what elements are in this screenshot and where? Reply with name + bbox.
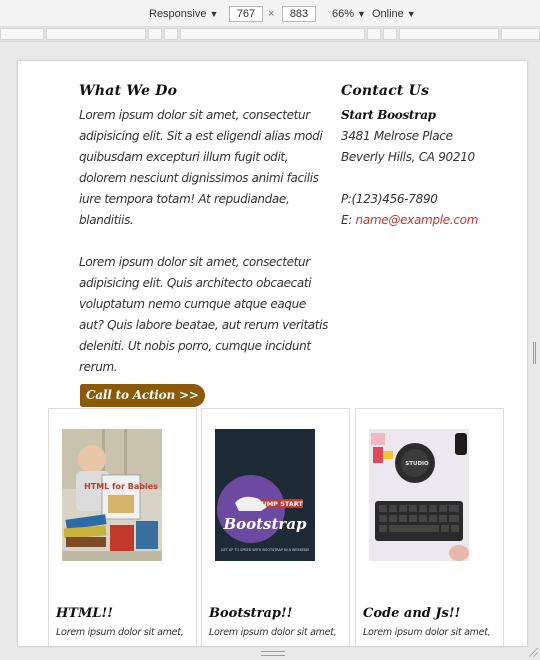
html-book-image: HTML for Babies — [62, 429, 162, 561]
card-text: Lorem ipsum dolor sit amet, — [363, 627, 491, 638]
bootstrap-cover-subtitle: GET UP TO SPEED WITH BOOTSTRAP IN A WEEK… — [221, 548, 310, 552]
phone-number: P:(123)456-7890 — [341, 192, 438, 206]
device-toolbar: Responsive ▼ 767 × 883 66% ▼ Online ▼ — [0, 0, 540, 27]
zoom-select[interactable]: 66% ▼ — [332, 6, 366, 22]
address-line-2: Beverly Hills, CA 90210 — [341, 150, 475, 164]
about-paragraph-2: Lorem ipsum dolor sit amet, consectetur … — [79, 255, 329, 374]
studio-label-text: STUDIO — [405, 461, 429, 467]
emulated-viewport: What We Do Lorem ipsum dolor sit amet, c… — [18, 61, 527, 646]
media-query-segment[interactable] — [148, 28, 162, 40]
contact-section: Contact Us Start Boostrap 3481 Melrose P… — [341, 83, 521, 231]
card-bootstrap[interactable]: JUMP START Bootstrap GET UP TO SPEED WIT… — [201, 408, 350, 646]
call-to-action-button[interactable]: Call to Action >> — [80, 384, 205, 407]
viewport-width-input[interactable]: 767 — [229, 6, 263, 22]
device-select-label: Responsive — [149, 8, 207, 20]
media-query-segment[interactable] — [399, 28, 499, 40]
contact-heading: Contact Us — [341, 83, 430, 99]
keyboard-desk-photo: STUDIO — [369, 429, 469, 561]
card-text: Lorem ipsum dolor sit amet, — [209, 627, 337, 638]
media-query-segment[interactable] — [46, 28, 146, 40]
email-prefix: E: — [341, 213, 353, 227]
html-cover-text: HTML for Babies — [84, 482, 158, 491]
media-query-bar — [0, 27, 540, 42]
card-text: Lorem ipsum dolor sit amet, — [56, 627, 184, 638]
what-we-do-heading: What We Do — [79, 83, 178, 99]
media-query-segment[interactable] — [367, 28, 381, 40]
media-query-segment[interactable] — [164, 28, 178, 40]
address-line-1: 3481 Melrose Place — [341, 129, 453, 143]
card-title: Code and Js!! — [363, 606, 461, 621]
network-select-label: Online — [372, 8, 404, 20]
card-title: HTML!! — [56, 606, 113, 621]
zoom-select-label: 66% — [332, 8, 355, 20]
email-link[interactable]: name@example.com — [356, 213, 479, 227]
media-query-segment[interactable] — [180, 28, 365, 40]
email-line: E: name@example.com — [341, 210, 521, 231]
what-we-do-section: What We Do Lorem ipsum dolor sit amet, c… — [79, 83, 334, 407]
resize-height-handle[interactable] — [261, 651, 285, 656]
media-query-segment[interactable] — [383, 28, 397, 40]
media-query-segment[interactable] — [501, 28, 540, 40]
card-html[interactable]: HTML for Babies HTML!! Lorem ipsum dolor… — [48, 408, 197, 646]
card-title: Bootstrap!! — [209, 606, 293, 621]
chevron-down-icon: ▼ — [357, 9, 366, 19]
media-query-segment[interactable] — [0, 28, 44, 40]
viewport-height-input[interactable]: 883 — [282, 6, 316, 22]
about-paragraph-1: Lorem ipsum dolor sit amet, consectetur … — [79, 108, 323, 227]
bootstrap-cover-title: Bootstrap — [222, 515, 307, 533]
resize-corner-grip[interactable] — [529, 648, 538, 657]
chevron-down-icon: ▼ — [406, 9, 416, 19]
network-throttle-select[interactable]: Online ▼ — [372, 6, 416, 22]
times-icon: × — [268, 8, 275, 20]
chevron-down-icon: ▼ — [209, 9, 219, 19]
company-name: Start Boostrap — [341, 108, 436, 122]
card-code-and-js[interactable]: STUDIO Code and Js!! Lorem ipsum dolor s… — [355, 408, 504, 646]
keyboard-desk-image: STUDIO — [369, 429, 469, 561]
device-select[interactable]: Responsive ▼ — [149, 6, 218, 22]
card-row: HTML for Babies HTML!! Lorem ipsum dolor… — [48, 408, 504, 646]
bootstrap-book-image: JUMP START Bootstrap GET UP TO SPEED WIT… — [215, 429, 315, 561]
html-book-photo: HTML for Babies — [62, 429, 162, 561]
resize-width-handle[interactable] — [533, 342, 536, 364]
bootstrap-book-cover: JUMP START Bootstrap GET UP TO SPEED WIT… — [215, 429, 315, 561]
